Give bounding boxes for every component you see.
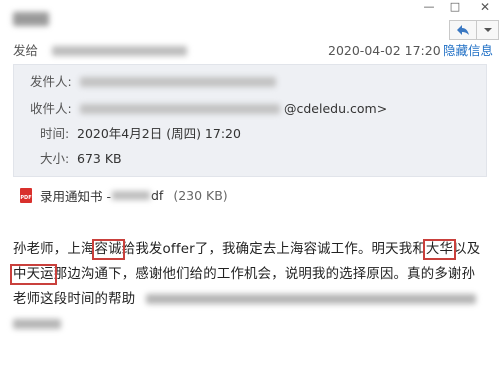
body-line-2: 中天运那边沟通下，感谢他们给的工作机会，说明我的选择原因。真的多谢孙	[10, 262, 493, 287]
size-label: 大小:	[40, 151, 70, 166]
from-address-redacted	[80, 77, 276, 87]
email-details-panel: 发件人: 收件人: @cdeledu.com> 时间: 2020年4月2日 (周…	[13, 64, 487, 177]
to-label: 收件人:	[30, 101, 72, 116]
maximize-icon[interactable]: □	[442, 0, 468, 14]
body-text-segment: 那边沟通下，感谢他们给的工作机会，说明我的选择原因。真的多谢孙	[53, 267, 476, 282]
email-date: 2020-04-02 17:20	[328, 43, 441, 58]
reply-dropdown-button[interactable]	[477, 20, 499, 40]
reply-icon	[457, 25, 469, 35]
pdf-icon: PDF	[20, 187, 32, 203]
body-line-1: 孙老师，上海容诚给我发offer了，我确定去上海容诚工作。明天我和大华以及	[13, 237, 493, 262]
send-to-redacted	[52, 46, 187, 56]
body-text-segment: 以及	[453, 242, 481, 257]
close-icon[interactable]: ✕	[468, 0, 502, 14]
highlight-company-1: 容诚	[91, 239, 125, 260]
chevron-down-icon	[483, 28, 492, 32]
size-value: 673 KB	[77, 151, 122, 166]
to-address-redacted	[80, 104, 280, 114]
reply-button-group	[449, 20, 499, 40]
to-address-domain: @cdeledu.com>	[284, 101, 388, 116]
attachment-name-prefix: 录用通知书 -	[40, 188, 111, 204]
body-text-segment: 老师这段时间的帮助	[13, 292, 136, 307]
attachment-size: (230 KB)	[173, 187, 228, 203]
reply-button[interactable]	[449, 20, 477, 40]
time-label: 时间:	[40, 126, 70, 141]
body-text-segment: 孙老师，上海	[13, 242, 95, 257]
attachment-name-suffix: df	[150, 187, 164, 203]
highlight-company-2: 大华	[422, 239, 457, 260]
from-label: 发件人:	[30, 74, 72, 89]
sender-name-redacted	[13, 12, 49, 26]
body-text-redacted	[145, 294, 476, 304]
window-controls: — □ ✕	[416, 0, 502, 14]
body-line-3: 老师这段时间的帮助	[13, 287, 493, 312]
send-to-label: 发给	[13, 43, 39, 58]
hide-info-link[interactable]: 隐藏信息	[443, 43, 493, 59]
email-body: 孙老师，上海容诚给我发offer了，我确定去上海容诚工作。明天我和大华以及 中天…	[10, 237, 493, 337]
time-value: 2020年4月2日 (周四) 17:20	[77, 126, 241, 141]
body-text-redacted	[13, 319, 61, 329]
body-text-segment: 给我发offer了，我确定去上海容诚工作。明天我和	[121, 242, 426, 257]
body-line-4	[13, 312, 493, 337]
highlight-company-3: 中天运	[10, 264, 57, 285]
attachment-item[interactable]: PDF 录用通知书 - df (230 KB)	[20, 187, 228, 204]
attachment-name-redacted	[111, 190, 150, 200]
email-view: — □ ✕ 发给 2020-04-02 17:20 隐藏信息 发件人: 收件人:…	[0, 0, 502, 366]
minimize-icon[interactable]: —	[416, 0, 442, 14]
